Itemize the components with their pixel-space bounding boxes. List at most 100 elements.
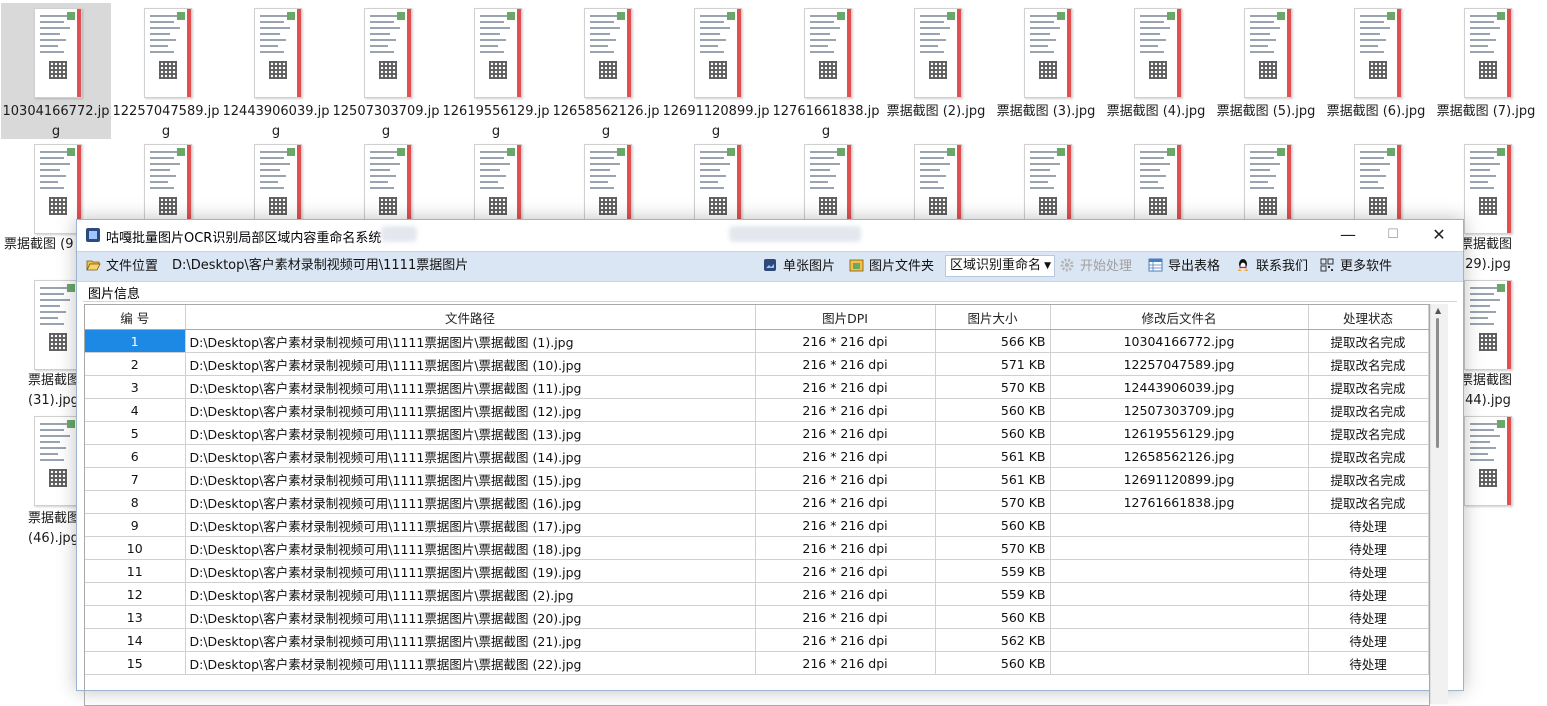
desktop-file[interactable]: 票据截图 (2).jpg bbox=[881, 3, 991, 139]
table-row[interactable]: 15 D:\Desktop\客户素材录制视频可用\1111票据图片\票据截图 (2… bbox=[85, 651, 1429, 675]
file-path-cell: D:\Desktop\客户素材录制视频可用\1111票据图片\票据截图 (11)… bbox=[185, 375, 756, 399]
file-location-button[interactable]: 文件位置 bbox=[86, 257, 158, 277]
desktop-file[interactable]: 12443906039.jpg bbox=[221, 3, 331, 139]
table-row[interactable]: 12 D:\Desktop\客户素材录制视频可用\1111票据图片\票据截图 (2… bbox=[85, 582, 1429, 606]
file-thumbnail bbox=[34, 144, 82, 234]
desktop-file[interactable]: 12761661838.jpg bbox=[771, 3, 881, 139]
column-header[interactable]: 编 号 bbox=[85, 305, 186, 330]
penguin-icon bbox=[1236, 258, 1251, 272]
column-header[interactable]: 图片大小 bbox=[935, 305, 1051, 330]
file-thumbnail bbox=[1464, 280, 1512, 370]
gear-icon bbox=[1060, 258, 1075, 272]
file-name: 票据截图 (46).jpg bbox=[28, 511, 81, 546]
row-number-cell: 8 bbox=[85, 490, 186, 514]
dpi-cell: 216 * 216 dpi bbox=[755, 490, 936, 514]
status-cell: 待处理 bbox=[1308, 559, 1429, 583]
single-image-button[interactable]: 单张图片 bbox=[763, 257, 835, 277]
size-cell: 570 KB bbox=[935, 536, 1051, 560]
column-header[interactable]: 文件路径 bbox=[185, 305, 756, 330]
desktop-file[interactable]: 12257047589.jpg bbox=[111, 3, 221, 139]
size-cell: 571 KB bbox=[935, 352, 1051, 376]
minimize-button[interactable]: — bbox=[1328, 224, 1368, 246]
mode-select[interactable]: 区域识别重命名 ▼ bbox=[945, 255, 1055, 277]
export-table-button[interactable]: 导出表格 bbox=[1148, 257, 1220, 277]
desktop-file[interactable]: 票据截图 (4).jpg bbox=[1101, 3, 1211, 139]
table-row[interactable]: 3 D:\Desktop\客户素材录制视频可用\1111票据图片\票据截图 (11… bbox=[85, 375, 1429, 399]
table-row[interactable]: 8 D:\Desktop\客户素材录制视频可用\1111票据图片\票据截图 (16… bbox=[85, 490, 1429, 514]
column-header[interactable]: 处理状态 bbox=[1308, 305, 1429, 330]
size-cell: 561 KB bbox=[935, 444, 1051, 468]
file-thumbnail bbox=[584, 8, 632, 98]
dpi-cell: 216 * 216 dpi bbox=[755, 582, 936, 606]
table-row[interactable]: 1 D:\Desktop\客户素材录制视频可用\1111票据图片\票据截图 (1)… bbox=[85, 329, 1429, 353]
dpi-cell: 216 * 216 dpi bbox=[755, 444, 936, 468]
table-row[interactable]: 10 D:\Desktop\客户素材录制视频可用\1111票据图片\票据截图 (1… bbox=[85, 536, 1429, 560]
file-name: 票据截图 (3).jpg bbox=[996, 104, 1096, 119]
dpi-cell: 216 * 216 dpi bbox=[755, 605, 936, 629]
image-icon bbox=[763, 258, 778, 272]
table-row[interactable]: 14 D:\Desktop\客户素材录制视频可用\1111票据图片\票据截图 (2… bbox=[85, 628, 1429, 652]
single-image-label: 单张图片 bbox=[783, 259, 836, 274]
desktop-file[interactable]: 12507303709.jpg bbox=[331, 3, 441, 139]
path-input[interactable]: D:\Desktop\客户素材录制视频可用\1111票据图片 bbox=[166, 255, 754, 277]
maximize-button[interactable]: ☐ bbox=[1373, 224, 1413, 246]
column-header[interactable]: 图片DPI bbox=[755, 305, 936, 330]
table-row[interactable]: 11 D:\Desktop\客户素材录制视频可用\1111票据图片\票据截图 (1… bbox=[85, 559, 1429, 583]
table-row[interactable]: 7 D:\Desktop\客户素材录制视频可用\1111票据图片\票据截图 (15… bbox=[85, 467, 1429, 491]
column-header[interactable]: 修改后文件名 bbox=[1050, 305, 1309, 330]
file-name: 票据截图 (44).jpg bbox=[1460, 373, 1513, 408]
image-folder-button[interactable]: 图片文件夹 bbox=[849, 257, 934, 277]
file-path-cell: D:\Desktop\客户素材录制视频可用\1111票据图片\票据截图 (18)… bbox=[185, 536, 756, 560]
status-cell: 待处理 bbox=[1308, 582, 1429, 606]
new-name-cell: 12619556129.jpg bbox=[1050, 421, 1309, 445]
size-cell: 560 KB bbox=[935, 651, 1051, 675]
file-path-cell: D:\Desktop\客户素材录制视频可用\1111票据图片\票据截图 (10)… bbox=[185, 352, 756, 376]
file-thumbnail bbox=[34, 8, 82, 98]
contact-us-button[interactable]: 联系我们 bbox=[1236, 257, 1308, 277]
dpi-cell: 216 * 216 dpi bbox=[755, 467, 936, 491]
status-cell: 待处理 bbox=[1308, 536, 1429, 560]
desktop-file[interactable]: 票据截图 (3).jpg bbox=[991, 3, 1101, 139]
title-bar[interactable]: 咕嘎批量图片OCR识别局部区域内容重命名系统 — ☐ ✕ bbox=[77, 220, 1463, 250]
table-row[interactable]: 6 D:\Desktop\客户素材录制视频可用\1111票据图片\票据截图 (14… bbox=[85, 444, 1429, 468]
dpi-cell: 216 * 216 dpi bbox=[755, 513, 936, 537]
image-info-table[interactable]: 编 号文件路径 图片DPI 图片大小 修改后文件名 处理状态 1 D:\Desktop\客… bbox=[84, 304, 1430, 706]
file-name: 票据截图 (9 bbox=[4, 237, 74, 252]
table-row[interactable]: 4 D:\Desktop\客户素材录制视频可用\1111票据图片\票据截图 (12… bbox=[85, 398, 1429, 422]
folder-open-icon bbox=[86, 258, 101, 272]
table-row[interactable]: 2 D:\Desktop\客户素材录制视频可用\1111票据图片\票据截图 (10… bbox=[85, 352, 1429, 376]
file-thumbnail bbox=[914, 8, 962, 98]
file-name: 票据截图 (5).jpg bbox=[1216, 104, 1316, 119]
start-button[interactable]: 开始处理 bbox=[1060, 257, 1132, 277]
desktop-file[interactable]: 票据截图 (7).jpg bbox=[1431, 3, 1541, 139]
new-name-cell bbox=[1050, 559, 1309, 583]
file-name: 12443906039.jpg bbox=[222, 104, 330, 139]
table-row[interactable]: 9 D:\Desktop\客户素材录制视频可用\1111票据图片\票据截图 (17… bbox=[85, 513, 1429, 537]
row-number-cell: 5 bbox=[85, 421, 186, 445]
file-path-cell: D:\Desktop\客户素材录制视频可用\1111票据图片\票据截图 (21)… bbox=[185, 628, 756, 652]
dpi-cell: 216 * 216 dpi bbox=[755, 329, 936, 353]
new-name-cell bbox=[1050, 651, 1309, 675]
desktop-file[interactable]: 10304166772.jpg bbox=[1, 3, 111, 139]
close-button[interactable]: ✕ bbox=[1419, 224, 1459, 246]
file-thumbnail bbox=[1134, 8, 1182, 98]
size-cell: 562 KB bbox=[935, 628, 1051, 652]
vertical-scrollbar[interactable]: ▲ bbox=[1430, 304, 1448, 704]
new-name-cell bbox=[1050, 536, 1309, 560]
desktop-file[interactable]: 票据截图 (6).jpg bbox=[1321, 3, 1431, 139]
scroll-up-icon[interactable]: ▲ bbox=[1435, 306, 1441, 315]
row-number-cell: 3 bbox=[85, 375, 186, 399]
size-cell: 560 KB bbox=[935, 605, 1051, 629]
table-header: 编 号文件路径 图片DPI 图片大小 修改后文件名 处理状态 bbox=[85, 305, 1429, 330]
desktop-file[interactable]: 票据截图 (5).jpg bbox=[1211, 3, 1321, 139]
more-software-button[interactable]: 更多软件 bbox=[1320, 257, 1392, 277]
file-name: 票据截图 (31).jpg bbox=[28, 373, 81, 408]
desktop-file[interactable]: 12619556129.jpg bbox=[441, 3, 551, 139]
row-number-cell: 6 bbox=[85, 444, 186, 468]
scrollbar-thumb[interactable] bbox=[1436, 318, 1439, 448]
desktop-file[interactable]: 12658562126.jpg bbox=[551, 3, 661, 139]
desktop-file[interactable]: 12691120899.jpg bbox=[661, 3, 771, 139]
table-row[interactable]: 5 D:\Desktop\客户素材录制视频可用\1111票据图片\票据截图 (13… bbox=[85, 421, 1429, 445]
table-row[interactable]: 13 D:\Desktop\客户素材录制视频可用\1111票据图片\票据截图 (2… bbox=[85, 605, 1429, 629]
row-number-cell: 1 bbox=[85, 329, 186, 353]
